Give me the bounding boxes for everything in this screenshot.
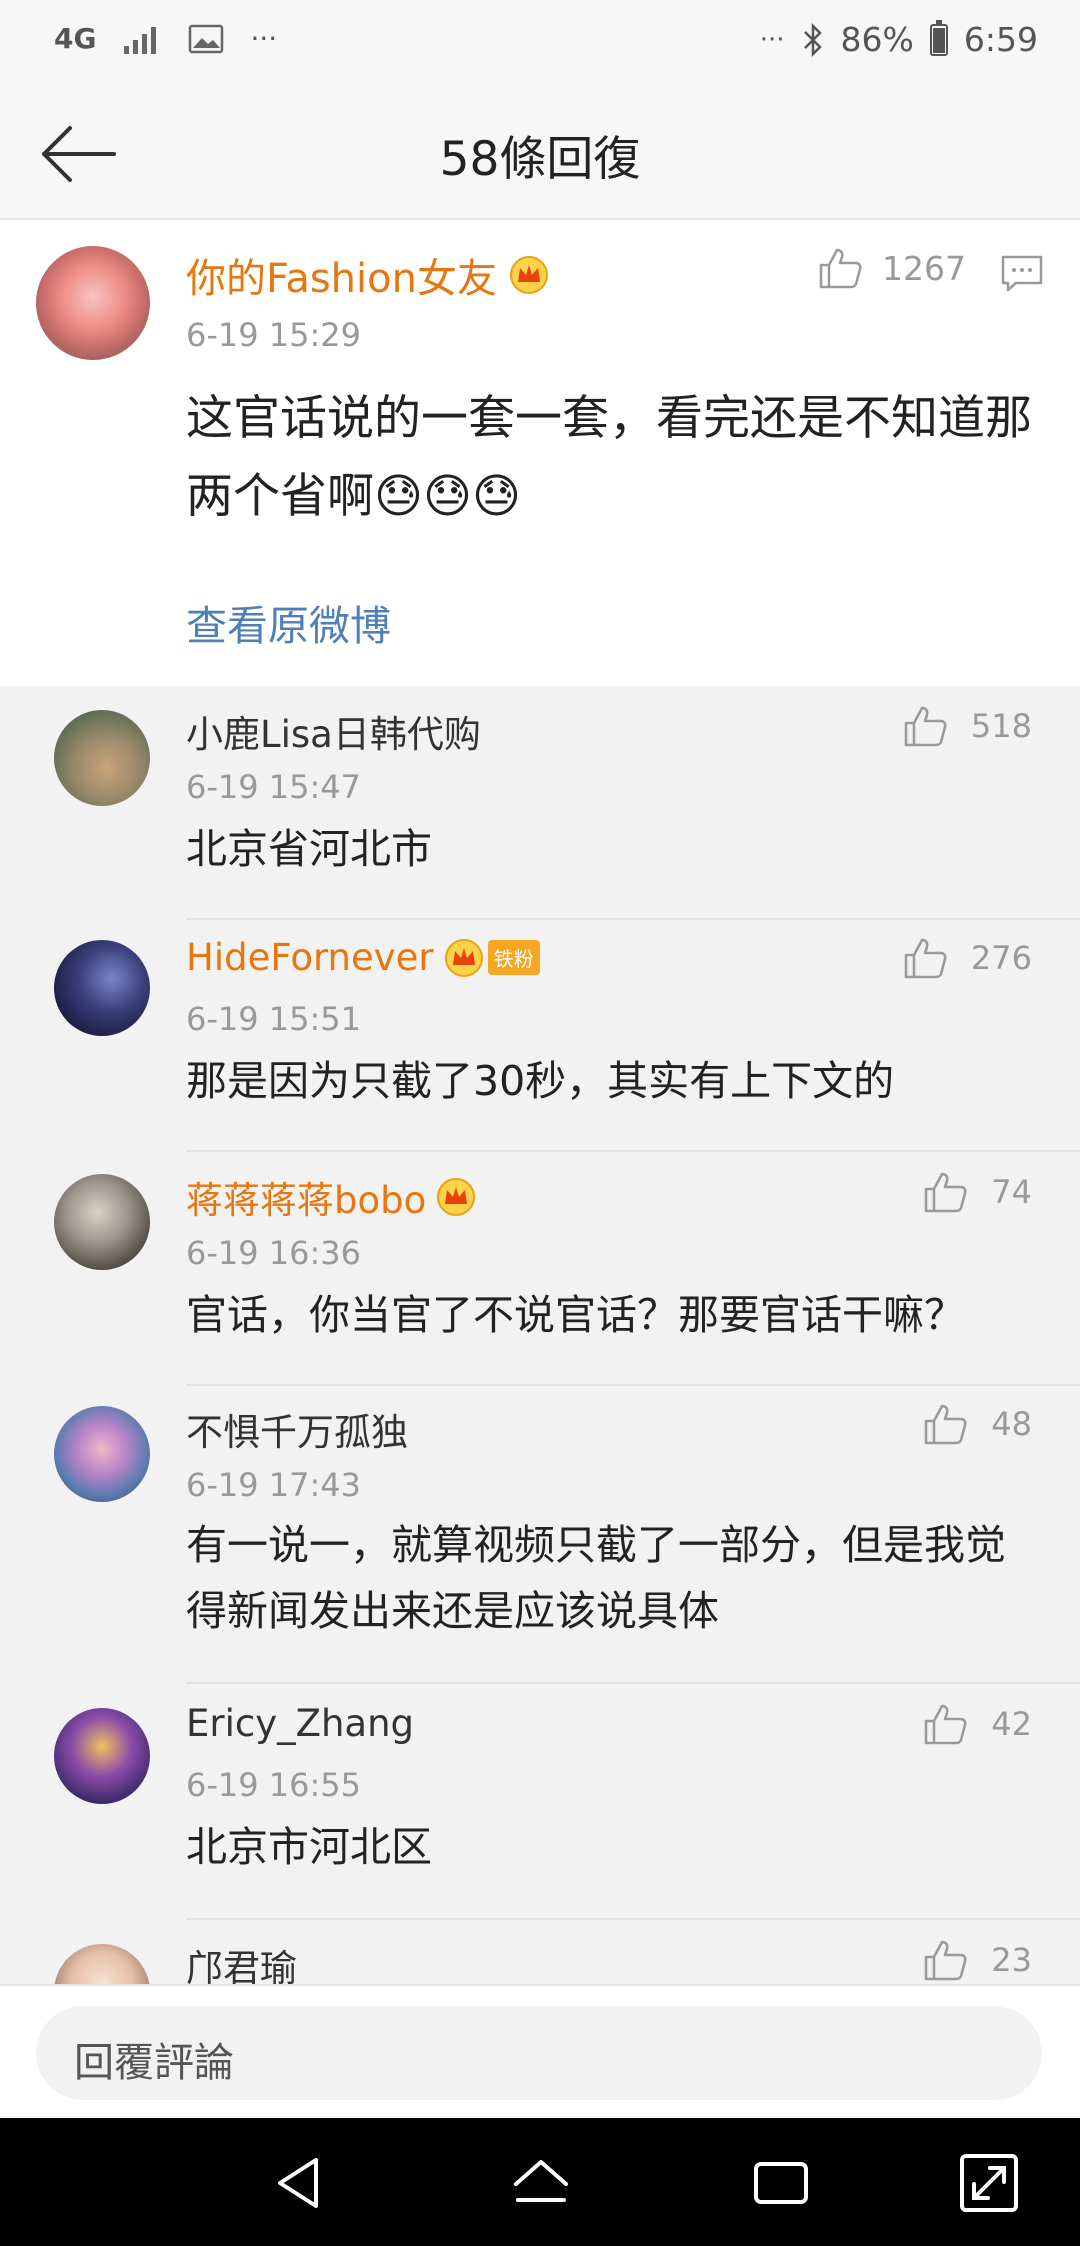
member-crown-icon — [437, 1178, 476, 1216]
author-name[interactable]: HideFornever — [186, 936, 434, 979]
reply-author[interactable]: 小鹿Lisa日韩代购 — [186, 704, 481, 758]
like-button[interactable]: 23 — [923, 1938, 1032, 1982]
reply-time: 6-19 17:43 — [186, 1466, 362, 1504]
divider — [186, 1918, 1080, 1920]
signal-icon — [124, 26, 157, 54]
reply-author[interactable]: Ericy_Zhang — [186, 1702, 414, 1745]
battery-icon — [929, 19, 948, 56]
clock: 6:59 — [963, 20, 1038, 59]
thumbs-up-icon — [925, 1404, 967, 1445]
fan-badge: 铁粉 — [487, 940, 540, 975]
like-button[interactable]: 1267 — [818, 246, 966, 290]
like-count: 74 — [991, 1173, 1032, 1211]
like-count: 1267 — [882, 248, 966, 288]
like-count: 23 — [991, 1941, 1032, 1979]
author-name[interactable]: 邝君瑜 — [186, 1938, 297, 1984]
avatar[interactable] — [54, 1944, 150, 1984]
comment-reply-icon[interactable] — [1000, 254, 1044, 294]
reply-text: 那是因为只截了30秒，其实有上下文的 — [186, 1057, 895, 1105]
reply-time: 6-19 16:55 — [186, 1766, 362, 1804]
thumbs-up-icon — [819, 248, 862, 289]
reply-author[interactable]: 蒋蒋蒋蒋bobo — [186, 1170, 476, 1224]
reply-time: 6-19 15:47 — [186, 768, 362, 806]
reply-author[interactable]: HideFornever 铁粉 — [186, 936, 540, 979]
like-button[interactable]: 74 — [923, 1170, 1032, 1214]
like-button[interactable]: 518 — [903, 704, 1032, 748]
reply-time: 6-19 16:36 — [186, 1234, 362, 1272]
divider — [186, 1682, 1080, 1684]
like-count: 48 — [991, 1405, 1032, 1443]
like-count: 42 — [991, 1705, 1032, 1743]
home-icon[interactable] — [508, 2150, 574, 2216]
author-name[interactable]: 蒋蒋蒋蒋bobo — [186, 1170, 426, 1224]
member-crown-icon — [444, 938, 483, 977]
divider — [186, 1384, 1080, 1386]
divider — [186, 918, 1080, 920]
like-count: 276 — [970, 939, 1032, 977]
bluetooth-icon — [803, 22, 822, 57]
reply-text: 官话，你当官了不说官话？那要官话干嘛？ — [186, 1291, 965, 1339]
page-title: 58條回復 — [439, 132, 641, 187]
comment-time: 6-19 15:29 — [186, 316, 362, 354]
reply-input-bar: 回覆評論 — [0, 1984, 1080, 2120]
like-count: 518 — [970, 707, 1032, 745]
thumbs-up-icon — [925, 1940, 967, 1981]
avatar[interactable] — [54, 1174, 150, 1270]
reply-list: 小鹿Lisa日韩代购 6-19 15:47 北京省河北市 518 HideFor… — [0, 686, 1080, 1984]
view-original-link[interactable]: 查看原微博 — [186, 592, 391, 652]
thumbs-up-icon — [925, 1172, 967, 1213]
back-triangle-icon[interactable] — [268, 2150, 334, 2216]
author-name[interactable]: 不惧千万孤独 — [186, 1402, 408, 1456]
like-button[interactable]: 42 — [923, 1702, 1032, 1746]
status-dots-icon: ··· — [759, 24, 785, 55]
reply-text: 有一说一，就算视频只截了一部分，但是我觉得新闻发出来还是应该说具体 — [186, 1521, 1006, 1635]
recents-icon[interactable] — [748, 2150, 814, 2216]
reply-author[interactable]: 邝君瑜 — [186, 1938, 297, 1984]
author-name[interactable]: 你的Fashion女友 — [186, 246, 497, 304]
reply-text: 北京省河北市 — [186, 825, 432, 873]
reply-time: 6-19 15:51 — [186, 1000, 362, 1038]
expand-icon[interactable] — [956, 2150, 1022, 2216]
status-right: ··· 86% 6:59 — [759, 19, 1038, 59]
avatar[interactable] — [54, 1708, 150, 1804]
avatar[interactable] — [54, 940, 150, 1036]
thumbs-up-icon — [904, 706, 947, 747]
avatar[interactable] — [36, 246, 150, 360]
author-name[interactable]: 小鹿Lisa日韩代购 — [186, 704, 481, 758]
member-crown-icon — [509, 256, 548, 294]
reply-input-placeholder: 回覆評論 — [74, 2040, 234, 2086]
status-left: 4G ··· — [54, 22, 277, 55]
divider — [186, 1150, 1080, 1152]
avatar[interactable] — [54, 710, 150, 806]
top-nav-bar: 58條回復 — [0, 90, 1080, 220]
system-nav-bar — [0, 2118, 1080, 2246]
network-type: 4G — [54, 21, 97, 55]
reply-text: 北京市河北区 — [186, 1823, 432, 1871]
comment-author[interactable]: 你的Fashion女友 — [186, 246, 549, 304]
reply-input[interactable]: 回覆評論 — [36, 2006, 1042, 2100]
author-name[interactable]: Ericy_Zhang — [186, 1702, 414, 1745]
main-comment: 你的Fashion女友 6-19 15:29 1267 这官话说的一套一套，看完… — [0, 220, 1080, 686]
status-bar: 4G ··· ··· 86% 6:59 — [0, 0, 1080, 90]
reply-author[interactable]: 不惧千万孤独 — [186, 1402, 408, 1456]
like-button[interactable]: 276 — [903, 936, 1032, 980]
battery-percent: 86% — [840, 20, 914, 59]
image-notification-icon — [189, 24, 224, 53]
avatar[interactable] — [54, 1406, 150, 1502]
more-notifications-icon: ··· — [250, 22, 278, 55]
like-button[interactable]: 48 — [923, 1402, 1032, 1446]
thumbs-up-icon — [925, 1704, 967, 1745]
thumbs-up-icon — [904, 938, 947, 979]
comment-text: 这官话说的一套一套，看完还是不知道那两个省啊😓😓😓 — [186, 391, 1032, 524]
battery-level-fill — [932, 28, 945, 53]
